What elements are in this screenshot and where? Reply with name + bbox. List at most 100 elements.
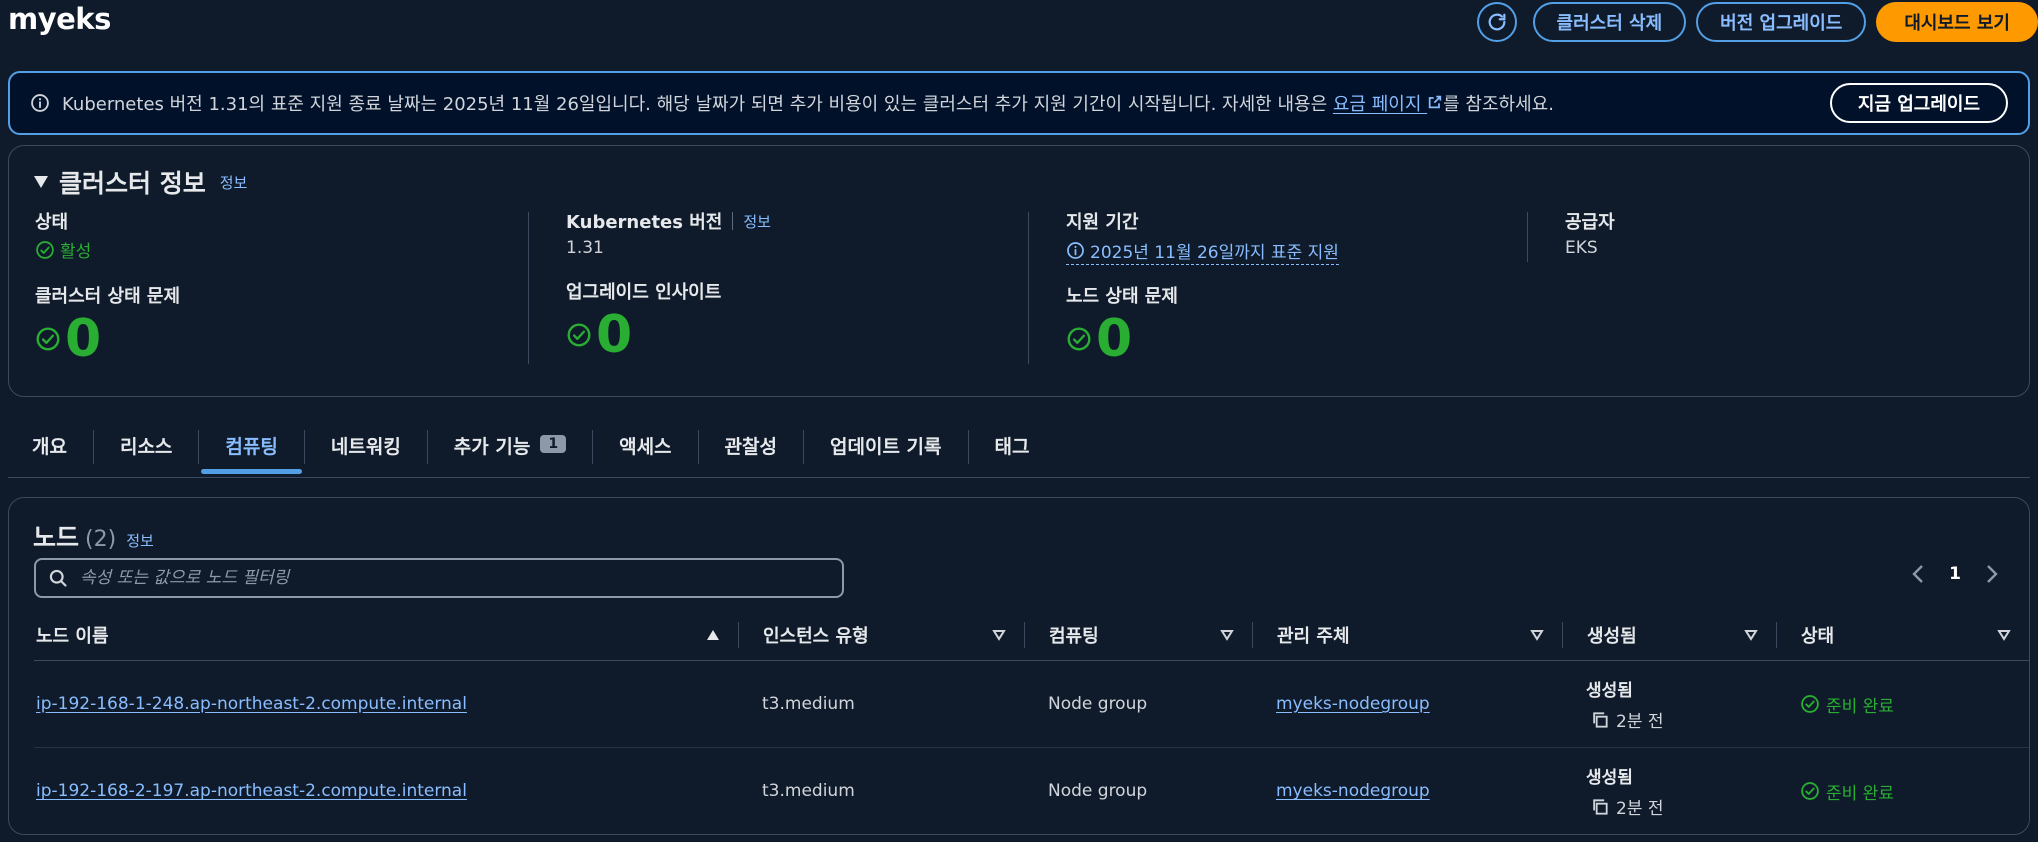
pricing-page-link[interactable]: 요금 페이지 [1333,94,1443,115]
created-cell: 생성됨 2분 전 [1562,748,1776,835]
chevron-left-icon[interactable] [1911,564,1925,584]
managed-by-cell: myeks-nodegroup [1252,748,1562,835]
support-period-text: 2025년 11월 26일까지 표준 지원 [1090,243,1339,263]
k8s-version-label-row: Kubernetes 버전 정보 [566,208,771,234]
status-text: 준비 완료 [1826,696,1894,717]
cluster-health-label: 클러스터 상태 문제 [35,286,181,307]
tab-tags[interactable]: 태그 [969,418,1056,476]
sort-icon [1744,630,1758,641]
compute-cell: Node group [1024,660,1252,748]
check-circle-icon [1801,695,1819,713]
node-filter-input[interactable] [80,568,800,588]
cluster-info-header[interactable]: 클러스터 정보 정보 [33,164,247,200]
caret-down-icon [34,176,48,188]
chevron-right-icon[interactable] [1985,564,1999,584]
column-instance-type[interactable]: 인스턴스 유형 [738,610,1024,661]
column-managed-by[interactable]: 관리 주체 [1252,610,1562,661]
column-node-name[interactable]: 노드 이름 [34,610,738,661]
k8s-info-link[interactable]: 정보 [743,211,771,232]
alert-text-part: Kubernetes 버전 1.31의 표준 지원 종료 날짜는 2025년 1… [62,94,1333,115]
cluster-health-count: 0 [35,310,180,368]
nodes-table: 노드 이름 인스턴스 유형 컴퓨팅 관리 주체 생성됨 상태 ip-192-16… [34,610,2029,835]
status-cell: 준비 완료 [1776,748,2029,835]
column-status[interactable]: 상태 [1776,610,2029,661]
support-period-label: 지원 기간 [1066,212,1139,233]
created-ago-text: 2분 전 [1616,799,1664,820]
column-created[interactable]: 생성됨 [1562,610,1776,661]
k8s-version-value: 1.31 [566,238,604,258]
tab-networking[interactable]: 네트워킹 [305,418,427,476]
column-compute[interactable]: 컴퓨팅 [1024,610,1252,661]
tab-label: 리소스 [119,436,173,458]
cluster-info-card: 클러스터 정보 정보 상태 활성 클러스터 상태 문제 0 Kubernetes… [8,145,2030,397]
pagination: 1 [1911,564,1999,584]
tab-compute[interactable]: 컴퓨팅 [199,418,303,476]
created-cell: 생성됨 2분 전 [1562,660,1776,748]
upgrade-version-button[interactable]: 버전 업그레이드 [1696,2,1867,42]
tab-overview[interactable]: 개요 [8,418,93,476]
cluster-info-link[interactable]: 정보 [220,172,248,193]
page-header: myeks 클러스터 삭제 버전 업그레이드 대시보드 보기 [0,0,2038,70]
copy-icon[interactable] [1590,797,1610,817]
cluster-name-title: myeks [8,2,111,36]
upgrade-insights-number[interactable]: 0 [596,306,632,364]
node-name-cell: ip-192-168-1-248.ap-northeast-2.compute.… [34,660,738,748]
tab-observability[interactable]: 관찰성 [699,418,803,476]
nodegroup-link[interactable]: myeks-nodegroup [1276,781,1430,801]
created-label: 생성됨 [1586,768,1633,789]
tab-label: 업데이트 기록 [830,436,942,458]
check-circle-icon [1067,327,1091,351]
label-separator [732,212,734,230]
node-name-link[interactable]: ip-192-168-2-197.ap-northeast-2.compute.… [36,781,467,801]
current-page[interactable]: 1 [1949,564,1961,584]
cluster-health-number[interactable]: 0 [65,310,101,368]
tab-add-ons[interactable]: 추가 기능 1 [428,418,592,476]
refresh-icon [1488,13,1505,31]
view-dashboard-button[interactable]: 대시보드 보기 [1876,2,2038,42]
cluster-info-grid: 상태 활성 클러스터 상태 문제 0 Kubernetes 버전 정보 1.31… [35,208,2025,398]
tab-update-history[interactable]: 업데이트 기록 [804,418,968,476]
nodes-header: 노드 (2) 정보 [33,518,154,554]
node-health-number[interactable]: 0 [1096,310,1132,368]
node-name-cell: ip-192-168-2-197.ap-northeast-2.compute.… [34,748,738,835]
column-label: 상태 [1801,626,1835,647]
refresh-button[interactable] [1476,2,1517,42]
table-row: ip-192-168-2-197.ap-northeast-2.compute.… [34,748,2029,835]
column-label: 인스턴스 유형 [763,626,869,647]
nodes-info-link[interactable]: 정보 [126,530,154,551]
check-circle-icon [36,327,60,351]
nodes-count: (2) [85,527,117,552]
copy-icon[interactable] [1590,710,1610,730]
nodegroup-link[interactable]: myeks-nodegroup [1276,694,1430,714]
column-label: 노드 이름 [36,626,109,647]
tab-label: 태그 [994,436,1030,458]
compute-cell: Node group [1048,781,1148,802]
ready-status: 준비 완료 [1800,779,2029,804]
header-actions: 클러스터 삭제 버전 업그레이드 대시보드 보기 [1476,2,2038,42]
pricing-link-label: 요금 페이지 [1332,94,1422,115]
info-col-4: 공급자 EKS [1565,208,1615,373]
upgrade-insights-label: 업그레이드 인사이트 [566,282,722,303]
nodes-title: 노드 [33,523,80,552]
tab-label: 추가 기능 [453,436,531,458]
upgrade-insights-count: 0 [566,306,771,364]
created-time: 2분 전 [1586,707,1776,732]
tab-resources[interactable]: 리소스 [94,418,198,476]
delete-cluster-button[interactable]: 클러스터 삭제 [1532,2,1687,42]
tab-access[interactable]: 액세스 [593,418,697,476]
info-icon [1067,242,1084,259]
node-filter-search[interactable] [34,558,844,598]
tab-label: 개요 [32,436,67,458]
add-ons-count-badge: 1 [540,435,567,453]
cluster-tabs: 개요 리소스 컴퓨팅 네트워킹 추가 기능 1 액세스 관찰성 업데이트 기록 태… [8,418,2030,478]
ready-status: 준비 완료 [1800,692,2029,717]
created-time: 2분 전 [1586,794,1776,819]
upgrade-now-button[interactable]: 지금 업그레이드 [1829,83,2008,123]
check-circle-icon [1801,782,1819,801]
k8s-version-label: Kubernetes 버전 [566,212,723,233]
column-divider [528,212,529,364]
node-name-link[interactable]: ip-192-168-1-248.ap-northeast-2.compute.… [36,694,467,714]
support-period-value[interactable]: 2025년 11월 26일까지 표준 지원 [1066,238,1339,265]
sort-ascending-icon [707,630,719,640]
managed-by-cell: myeks-nodegroup [1252,660,1562,748]
